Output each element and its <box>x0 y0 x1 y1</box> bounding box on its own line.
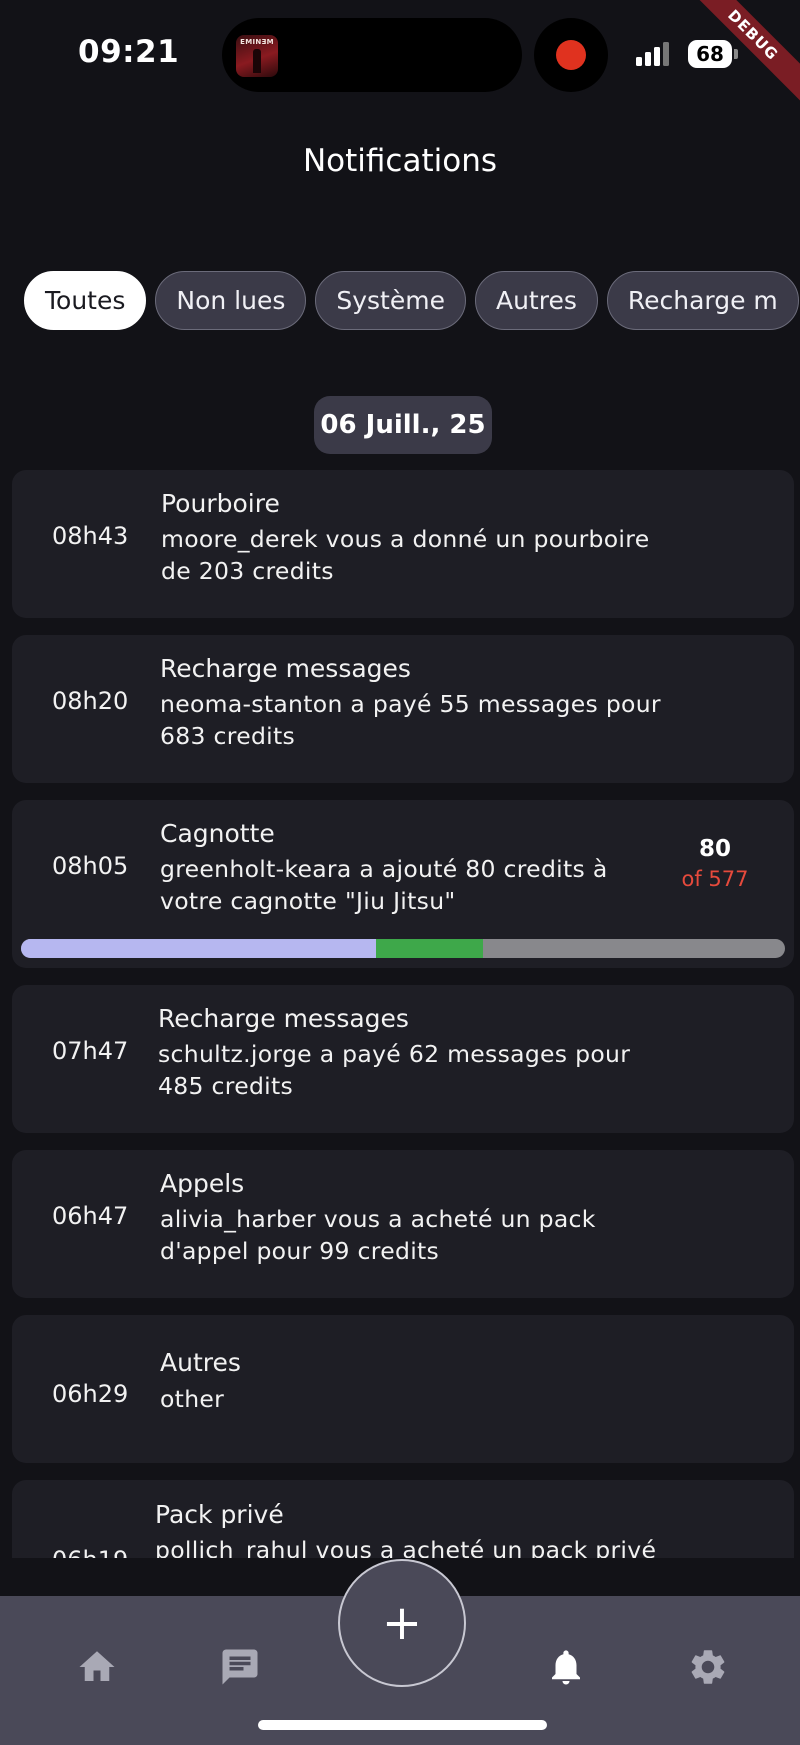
notification-time: 07h47 <box>52 1037 129 1065</box>
notification-title: Pack privé <box>155 1500 284 1529</box>
progress-added <box>376 939 484 958</box>
notification-title: Autres <box>160 1348 241 1377</box>
notification-card[interactable]: 07h47 Recharge messages schultz.jorge a … <box>12 985 794 1133</box>
notification-body: schultz.jorge a payé 62 messages pour 48… <box>158 1040 631 1100</box>
progress-previous <box>21 939 377 958</box>
notification-time: 06h19 <box>52 1546 128 1558</box>
notification-card[interactable]: 06h29 Autres other <box>12 1315 794 1463</box>
notification-card-cagnotte[interactable]: 08h05 Cagnotte greenholt-keara a ajouté … <box>12 800 794 968</box>
notification-list[interactable]: 08h43 Pourboire moore_derek vous a donné… <box>0 0 800 1558</box>
notification-card[interactable]: 08h20 Recharge messages neoma-stanton a … <box>12 635 794 783</box>
home-indicator[interactable] <box>258 1720 547 1730</box>
cagnotte-total: of 577 <box>681 867 749 891</box>
add-icon: + <box>381 1595 423 1651</box>
home-icon[interactable] <box>76 1646 118 1688</box>
add-button[interactable]: + <box>338 1559 466 1687</box>
notification-card[interactable]: 06h47 Appels alivia_harber vous a acheté… <box>12 1150 794 1298</box>
cagnotte-progress-bar <box>21 939 785 958</box>
chat-icon[interactable] <box>219 1646 261 1688</box>
notification-time: 06h47 <box>52 1202 129 1230</box>
notification-title: Recharge messages <box>160 654 411 683</box>
cagnotte-amount: 80 <box>698 836 731 862</box>
notification-time: 08h05 <box>52 852 129 880</box>
notification-title: Appels <box>160 1169 245 1198</box>
notification-body: greenholt-keara a ajouté 80 credits à vo… <box>160 855 608 915</box>
notification-card[interactable]: 08h43 Pourboire moore_derek vous a donné… <box>12 470 794 618</box>
notification-time: 06h29 <box>52 1380 129 1408</box>
notification-card[interactable]: 06h19 Pack privé pollich_rahul vous a ac… <box>12 1480 794 1558</box>
notification-title: Recharge messages <box>158 1004 409 1033</box>
gear-icon[interactable] <box>687 1646 729 1688</box>
notification-body: pollich_rahul vous a acheté un pack priv… <box>155 1536 657 1558</box>
notification-title: Pourboire <box>161 489 280 518</box>
notification-title: Cagnotte <box>160 819 275 848</box>
notification-time: 08h20 <box>52 687 129 715</box>
bell-icon[interactable] <box>545 1646 587 1688</box>
notification-body: moore_derek vous a donné un pourboire de… <box>161 525 650 585</box>
notification-time: 08h43 <box>52 522 129 550</box>
notification-body: neoma-stanton a payé 55 messages pour 68… <box>160 690 661 750</box>
notification-body: alivia_harber vous a acheté un pack d'ap… <box>160 1205 596 1265</box>
notification-body: other <box>160 1385 225 1413</box>
